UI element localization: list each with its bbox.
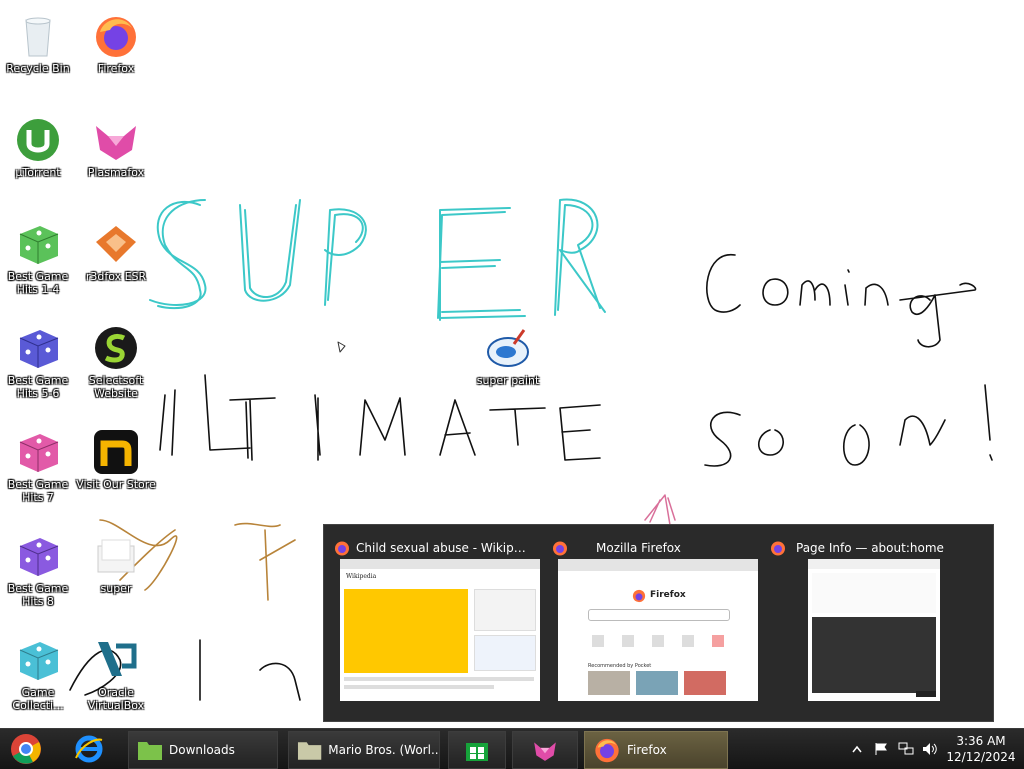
preview-window-page-info[interactable]: Page Info — about:home bbox=[760, 533, 968, 715]
taskbar-button-label: Downloads bbox=[169, 743, 235, 757]
desktop-icon-best-game-hits-8[interactable]: Best Game Hits 8 bbox=[0, 528, 80, 628]
desktop-icon-best-game-hits-1-4[interactable]: Best Game Hits 1-4 bbox=[0, 216, 80, 316]
preview-title: Child sexual abuse - Wikipedia ... bbox=[356, 541, 532, 555]
firefox-icon bbox=[595, 738, 619, 763]
taskbar-ie-button[interactable] bbox=[64, 731, 114, 767]
taskbar-mario-bros-button[interactable]: Mario Bros. (Worl... bbox=[288, 731, 440, 769]
desktop-icon-label: Visit Our Store bbox=[76, 478, 156, 491]
dice-cyan-icon bbox=[19, 642, 59, 680]
desktop-icon-super-folder[interactable]: super bbox=[74, 528, 158, 628]
volume-icon bbox=[923, 743, 937, 755]
desktop-icon-recycle-bin[interactable]: Recycle Bin bbox=[0, 8, 80, 108]
clock-time: 3:36 AM bbox=[956, 734, 1006, 748]
folder-icon bbox=[97, 539, 135, 573]
start-button[interactable] bbox=[4, 731, 48, 767]
preview-title: Page Info — about:home bbox=[796, 541, 944, 555]
store-icon bbox=[466, 743, 488, 761]
desktop-icon-plasmafox[interactable]: Plasmafox bbox=[74, 112, 158, 212]
desktop-icon-selectsoft[interactable]: Selectsoft Website bbox=[74, 320, 158, 420]
plasmafox-icon bbox=[96, 126, 136, 160]
desktop-icon-label: Oracle VirtualBox bbox=[87, 686, 145, 712]
firefox-icon bbox=[771, 541, 785, 556]
preview-thumbnail bbox=[808, 559, 940, 701]
dice-green-icon bbox=[19, 226, 59, 264]
desktop-icon-label: Recycle Bin bbox=[6, 62, 70, 75]
taskbar-store-button[interactable] bbox=[448, 731, 506, 769]
dice-pink-icon bbox=[19, 434, 59, 472]
desktop-icon-label: Best Game Hits 1-4 bbox=[7, 270, 69, 296]
taskbar-downloads-button[interactable]: Downloads bbox=[128, 731, 278, 769]
desktop-icon-best-game-hits-7[interactable]: Best Game Hits 7 bbox=[0, 424, 80, 524]
desktop-icon-label: super paint bbox=[476, 374, 540, 387]
desktop-icon-label: r3dfox ESR bbox=[85, 270, 147, 283]
volume-button[interactable] bbox=[922, 729, 940, 769]
paint-icon bbox=[487, 329, 529, 367]
preview-thumbnail: Firefox Recommended by Pocket bbox=[558, 559, 758, 701]
action-center-button[interactable] bbox=[874, 729, 890, 769]
network-button[interactable] bbox=[898, 729, 914, 769]
chrome-start-icon bbox=[11, 734, 41, 764]
taskbar-thumbnail-preview: Child sexual abuse - Wikipedia ... Wikip… bbox=[323, 524, 994, 722]
internet-explorer-icon bbox=[75, 735, 103, 763]
taskbar-button-label: Firefox bbox=[627, 743, 667, 757]
desktop-icon-label: Best Game Hits 8 bbox=[7, 582, 69, 608]
desktop-icon-label: Selectsoft Website bbox=[88, 374, 144, 400]
preview-title-bar: Page Info — about:home bbox=[760, 539, 968, 557]
desktop-icon-visit-our-store[interactable]: Visit Our Store bbox=[74, 424, 158, 524]
taskbar-button-label: Mario Bros. (Worl... bbox=[328, 743, 439, 757]
clock[interactable]: 3:36 AM 12/12/2024 bbox=[946, 729, 1016, 769]
wikipedia-logo: Wikipedia bbox=[346, 573, 377, 580]
desktop-icon-utorrent[interactable]: µTorrent bbox=[0, 112, 80, 212]
clock-date: 12/12/2024 bbox=[946, 750, 1016, 764]
firefox-icon bbox=[96, 17, 136, 57]
r3dfox-icon bbox=[96, 226, 136, 262]
desktop-icon-best-game-hits-5-6[interactable]: Best Game Hits 5-6 bbox=[0, 320, 80, 420]
desktop-icon-label: Firefox bbox=[97, 62, 135, 75]
firefox-icon bbox=[553, 541, 567, 556]
firefox-logo-icon bbox=[632, 589, 646, 603]
dice-violet-icon bbox=[19, 538, 59, 576]
preview-thumbnail: Wikipedia bbox=[340, 559, 540, 701]
desktop-icon-super-paint[interactable]: super paint bbox=[466, 320, 550, 420]
desktop-icon-r3dfox-esr[interactable]: r3dfox ESR bbox=[74, 216, 158, 316]
pocket-heading: Recommended by Pocket bbox=[588, 663, 652, 669]
desktop-icon-label: µTorrent bbox=[15, 166, 61, 179]
plasmafox-icon bbox=[534, 742, 556, 761]
dice-purple-icon bbox=[19, 330, 59, 368]
preview-title-bar: Child sexual abuse - Wikipedia ... bbox=[324, 539, 532, 557]
preview-title-bar: Mozilla Firefox bbox=[542, 539, 750, 557]
store-n-icon bbox=[94, 430, 138, 474]
desktop-icon-label: Best Game Hits 5-6 bbox=[7, 374, 69, 400]
desktop-icon-game-collection[interactable]: Game Collecti... bbox=[0, 632, 80, 728]
firefox-icon bbox=[335, 541, 349, 556]
preview-title: Mozilla Firefox bbox=[596, 541, 681, 555]
preview-window-mozilla-firefox[interactable]: Mozilla Firefox Firefox Recommended by P… bbox=[542, 533, 758, 715]
taskbar-firefox-button[interactable]: Firefox bbox=[584, 731, 728, 769]
desktop-icon-firefox[interactable]: Firefox bbox=[74, 8, 158, 108]
firefox-brand-text: Firefox bbox=[650, 590, 686, 600]
desktop-icon-oracle-virtualbox[interactable]: Oracle VirtualBox bbox=[74, 632, 158, 728]
virtualbox-icon bbox=[98, 642, 137, 676]
desktop-icon-label: Game Collecti... bbox=[12, 686, 64, 712]
desktop-icon-label: super bbox=[100, 582, 132, 595]
chevron-up-icon bbox=[852, 745, 862, 753]
preview-window-wikipedia[interactable]: Child sexual abuse - Wikipedia ... Wikip… bbox=[324, 533, 540, 715]
utorrent-icon bbox=[17, 119, 59, 161]
taskbar-plasmafox-button[interactable] bbox=[512, 731, 578, 769]
folder-icon bbox=[297, 742, 322, 760]
folder-green-icon bbox=[138, 742, 162, 760]
show-hidden-icons-button[interactable] bbox=[852, 729, 866, 769]
selectsoft-icon bbox=[95, 327, 137, 369]
desktop-icon-label: Plasmafox bbox=[87, 166, 145, 179]
network-icon bbox=[898, 742, 914, 755]
desktop-icon-label: Best Game Hits 7 bbox=[7, 478, 69, 504]
recycle-bin-icon bbox=[25, 17, 51, 57]
flag-icon bbox=[875, 743, 887, 755]
taskbar: Downloads Mario Bros. (Worl... Firefox 3… bbox=[0, 728, 1024, 769]
